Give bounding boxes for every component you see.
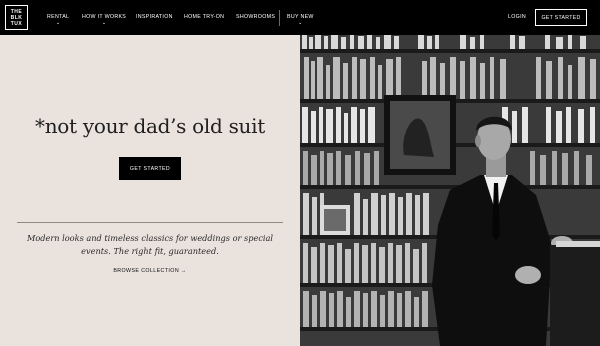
login-link[interactable]: LOGIN	[508, 14, 526, 20]
hero-get-started-button[interactable]: GET STARTED	[119, 157, 181, 180]
hero-divider	[17, 222, 283, 223]
nav-item-label: INSPIRATION	[136, 14, 173, 20]
chevron-down-icon: ⌄	[55, 20, 61, 26]
browse-collection-link[interactable]: BROWSE COLLECTION →	[0, 268, 300, 274]
nav-item-rental[interactable]: RENTAL ⌄	[47, 14, 69, 26]
nav-item-buy-new[interactable]: BUY NEW ⌄	[287, 14, 314, 26]
hero-headline: *not your dad’s old suit	[35, 114, 265, 138]
brand-logo[interactable]: THE BLK TUX	[5, 5, 28, 30]
nav-item-inspiration[interactable]: INSPIRATION	[136, 14, 173, 20]
hero-photo	[300, 35, 600, 346]
nav-item-showrooms[interactable]: SHOWROOMS	[236, 14, 275, 20]
logo-line-3: TUX	[10, 20, 23, 27]
top-navigation-bar: THE BLK TUX RENTAL ⌄ HOW IT WORKS ⌄ INSP…	[0, 0, 600, 35]
hero-text-panel: *not your dad’s old suit GET STARTED Mod…	[0, 35, 300, 346]
nav-divider	[279, 10, 280, 26]
nav-item-home-try-on[interactable]: HOME TRY-ON	[184, 14, 224, 20]
chevron-down-icon: ⌄	[298, 20, 303, 26]
nav-get-started-button[interactable]: GET STARTED	[535, 9, 587, 26]
chevron-down-icon: ⌄	[101, 20, 107, 26]
nav-item-label: HOME TRY-ON	[184, 14, 225, 20]
hero-photo-illustration	[300, 35, 600, 346]
hero-subcopy: Modern looks and timeless classics for w…	[26, 233, 274, 256]
nav-item-label: SHOWROOMS	[236, 14, 276, 20]
nav-item-how-it-works[interactable]: HOW IT WORKS ⌄	[82, 14, 126, 26]
